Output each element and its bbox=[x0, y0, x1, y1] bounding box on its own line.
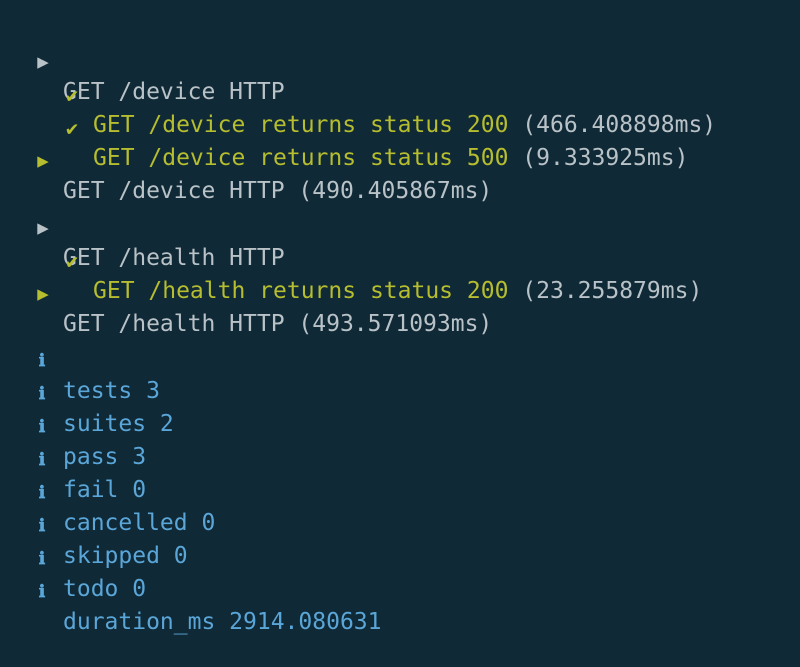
summary-text: skipped 0 bbox=[63, 543, 188, 569]
summary-text: fail 0 bbox=[63, 477, 147, 503]
test-duration: (23.255879ms) bbox=[522, 278, 703, 304]
triangle-right-icon: ▶ bbox=[37, 150, 49, 172]
check-icon: ✔ bbox=[65, 83, 79, 107]
summary-line: ℹ tests 3 bbox=[0, 316, 160, 404]
summary-line: ℹ suites 2 bbox=[0, 349, 174, 437]
test-pass-line: ✔ GET /health returns status 200 (23.255… bbox=[0, 216, 702, 304]
summary-text: tests 3 bbox=[63, 378, 160, 404]
test-name: GET /health returns status 200 bbox=[93, 278, 509, 304]
summary-line: ℹ duration_ms 2914.080631 bbox=[0, 547, 382, 635]
suite-start-label: GET /device HTTP bbox=[63, 79, 285, 105]
summary-text: cancelled 0 bbox=[63, 510, 216, 536]
test-pass-line: ✔ GET /device returns status 200 (466.40… bbox=[0, 50, 716, 138]
test-name: GET /device returns status 200 bbox=[93, 112, 509, 138]
suite-duration: (493.571093ms) bbox=[298, 311, 493, 337]
summary-line: ℹ todo 0 bbox=[0, 514, 146, 602]
summary-line: ℹ skipped 0 bbox=[0, 481, 188, 569]
suite-start-label: GET /health HTTP bbox=[63, 245, 285, 271]
check-icon: ✔ bbox=[65, 116, 79, 140]
triangle-right-icon: ▶ bbox=[37, 283, 49, 305]
summary-line: ℹ fail 0 bbox=[0, 415, 146, 503]
summary-line: ℹ cancelled 0 bbox=[0, 448, 216, 536]
suite-start-line: ▶ GET /health HTTP bbox=[0, 183, 284, 271]
suite-duration: (490.405867ms) bbox=[298, 178, 493, 204]
summary-text: pass 3 bbox=[63, 444, 147, 470]
summary-text: suites 2 bbox=[63, 411, 174, 437]
suite-end-line: ▶ GET /health HTTP (493.571093ms) bbox=[0, 249, 492, 337]
test-duration: (466.408898ms) bbox=[522, 112, 717, 138]
test-name: GET /device returns status 500 bbox=[93, 145, 509, 171]
summary-text: todo 0 bbox=[63, 576, 147, 602]
terminal-window: ▶ GET /device HTTP ✔ GET /device returns… bbox=[0, 0, 800, 635]
check-icon: ✔ bbox=[65, 249, 79, 273]
test-pass-line: ✔ GET /device returns status 500 (9.3339… bbox=[0, 83, 688, 171]
info-icon: ℹ bbox=[38, 582, 46, 602]
suite-end-label: GET /health HTTP bbox=[63, 311, 285, 337]
suite-start-line: ▶ GET /device HTTP bbox=[0, 17, 284, 105]
test-duration: (9.333925ms) bbox=[522, 145, 689, 171]
suite-end-line: ▶ GET /device HTTP (490.405867ms) bbox=[0, 116, 492, 204]
summary-line: ℹ pass 3 bbox=[0, 382, 146, 470]
suite-end-label: GET /device HTTP bbox=[63, 178, 285, 204]
summary-text: duration_ms 2914.080631 bbox=[63, 609, 382, 635]
